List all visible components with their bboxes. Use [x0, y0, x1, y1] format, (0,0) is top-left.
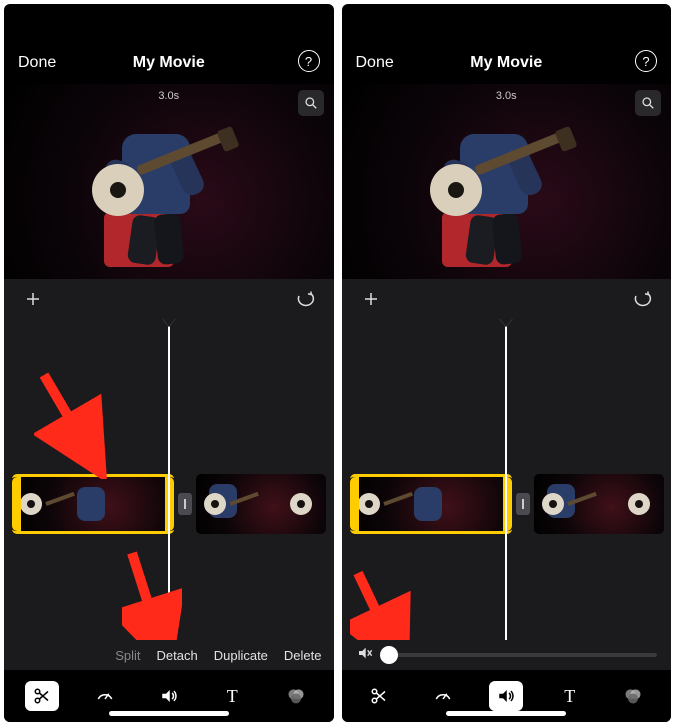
magnify-icon	[641, 96, 655, 110]
speaker-icon	[496, 687, 516, 705]
duplicate-button[interactable]: Duplicate	[214, 648, 268, 663]
filter-tool[interactable]	[616, 681, 650, 711]
gauge-icon	[432, 687, 454, 705]
nav-header: Done My Movie ?	[342, 4, 672, 84]
playback-controls: .	[4, 279, 334, 319]
annotation-arrow-volume	[122, 549, 182, 640]
speaker-icon	[159, 687, 179, 705]
volume-slider[interactable]	[384, 653, 658, 657]
screenshot-right: Done My Movie ? 3.0s .	[342, 4, 672, 722]
plus-icon	[24, 290, 42, 308]
screenshot-left: Done My Movie ? 3.0s .	[4, 4, 334, 722]
clip-2[interactable]	[534, 474, 664, 534]
filter-icon	[622, 686, 644, 706]
trim-handle-left[interactable]	[12, 477, 21, 531]
cut-tool[interactable]	[362, 681, 396, 711]
undo-button[interactable]	[290, 284, 320, 314]
undo-button[interactable]	[627, 284, 657, 314]
filter-tool[interactable]	[279, 681, 313, 711]
add-media-button[interactable]	[356, 284, 386, 314]
delete-button[interactable]: Delete	[284, 648, 322, 663]
plus-icon	[362, 290, 380, 308]
playhead[interactable]	[505, 319, 507, 640]
clip-actions-bar: Split Detach Duplicate Delete	[4, 640, 334, 670]
zoom-button[interactable]	[298, 90, 324, 116]
scissors-icon	[370, 687, 388, 705]
mute-icon	[356, 645, 374, 666]
annotation-arrow-clip	[34, 369, 114, 479]
clip-2[interactable]	[196, 474, 326, 534]
clip-selected[interactable]	[12, 474, 174, 534]
transition-button[interactable]	[516, 493, 530, 515]
split-button[interactable]: Split	[115, 648, 140, 663]
clip-duration: 3.0s	[158, 90, 179, 102]
trim-handle-left[interactable]	[350, 477, 359, 531]
transition-button[interactable]	[178, 493, 192, 515]
preview-image	[34, 104, 264, 274]
playhead-marker-icon	[498, 319, 514, 327]
timeline[interactable]	[4, 319, 334, 640]
gauge-icon	[94, 687, 116, 705]
volume-control-row	[342, 640, 672, 670]
speed-tool[interactable]	[88, 681, 122, 711]
clip-selected[interactable]	[350, 474, 512, 534]
magnify-icon	[304, 96, 318, 110]
clip-duration: 3.0s	[496, 90, 517, 102]
volume-tool[interactable]	[152, 681, 186, 711]
preview-image	[372, 104, 602, 274]
video-preview[interactable]: 3.0s	[4, 84, 334, 279]
playback-controls: .	[342, 279, 672, 319]
timeline[interactable]	[342, 319, 672, 640]
volume-slider-knob[interactable]	[380, 646, 398, 664]
volume-tool[interactable]	[489, 681, 523, 711]
detach-button[interactable]: Detach	[157, 648, 198, 663]
undo-icon	[294, 290, 316, 308]
undo-icon	[631, 290, 653, 308]
cut-tool[interactable]	[25, 681, 59, 711]
scissors-icon	[33, 687, 51, 705]
home-indicator[interactable]	[446, 711, 566, 716]
text-tool[interactable]: T	[553, 681, 587, 711]
speed-tool[interactable]	[426, 681, 460, 711]
video-preview[interactable]: 3.0s	[342, 84, 672, 279]
home-indicator[interactable]	[109, 711, 229, 716]
project-title: My Movie	[4, 54, 334, 72]
filter-icon	[285, 686, 307, 706]
playhead-marker-icon	[161, 319, 177, 327]
add-media-button[interactable]	[18, 284, 48, 314]
text-tool[interactable]: T	[215, 681, 249, 711]
annotation-arrow-slider	[350, 569, 420, 640]
nav-header: Done My Movie ?	[4, 4, 334, 84]
zoom-button[interactable]	[635, 90, 661, 116]
project-title: My Movie	[342, 54, 672, 72]
